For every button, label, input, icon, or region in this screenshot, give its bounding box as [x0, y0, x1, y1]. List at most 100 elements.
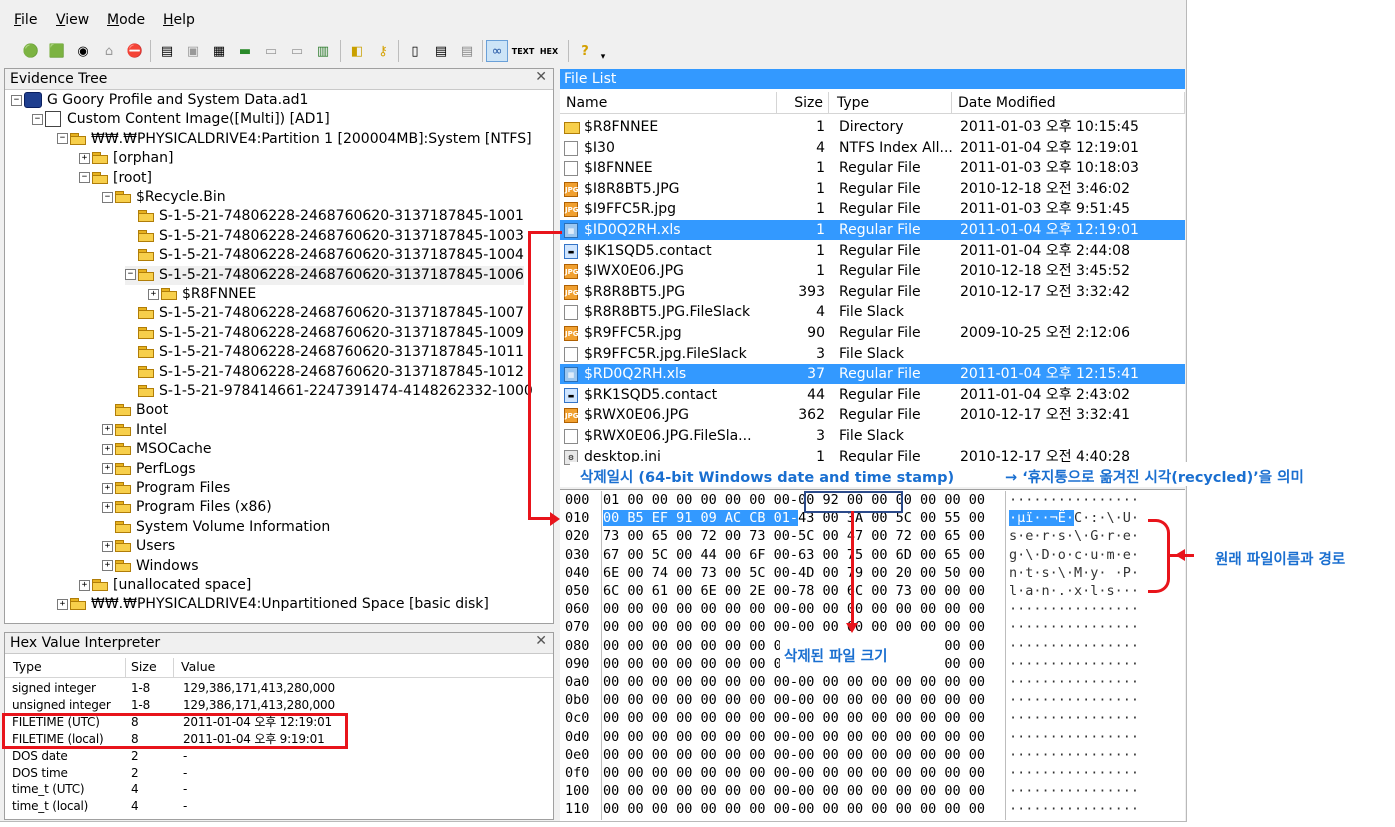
hex-view-icon[interactable]: HEX: [538, 40, 560, 62]
tree-node[interactable]: − ₩₩.₩PHYSICALDRIVE4:Partition 1 [200004M…: [57, 130, 532, 149]
expand-icon[interactable]: +: [79, 579, 90, 591]
file-row[interactable]: $RWX0E06.JPG.FileSla... 3 File Slack: [560, 426, 1185, 446]
hex-row[interactable]: 0c0 00 00 00 00 00 00 00 00-00 00 00 00 0…: [565, 709, 1165, 728]
hvi-col-type[interactable]: Type: [13, 659, 42, 674]
collapse-icon[interactable]: −: [125, 269, 136, 281]
file-row[interactable]: JPG $I8R8BT5.JPG 1 Regular File 2010-12-18 오…: [560, 179, 1185, 199]
tree-node[interactable]: + [orphan]: [79, 149, 173, 168]
hex-row[interactable]: 070 00 00 00 00 00 00 00 00-00 00 00 00 0…: [565, 618, 1165, 637]
file-row[interactable]: JPG $R8R8BT5.JPG 393 Regular File 2010-12-17…: [560, 282, 1185, 302]
disk-icon[interactable]: ▤: [156, 40, 178, 62]
hex-bytes[interactable]: 6E 00 74 00 73 00 5C 00-4D 00 79 00 20 0…: [603, 564, 985, 583]
tree-node[interactable]: − [root]: [79, 169, 152, 188]
hex-row[interactable]: 0e0 00 00 00 00 00 00 00 00-00 00 00 00 0…: [565, 746, 1165, 765]
file-row[interactable]: $R9FFC5R.jpg.FileSlack 3 File Slack: [560, 344, 1185, 364]
drive-icon[interactable]: ▭: [286, 40, 308, 62]
hex-row[interactable]: 0a0 00 00 00 00 00 00 00 00-00 00 00 00 0…: [565, 673, 1165, 692]
hex-ascii[interactable]: ················: [1009, 673, 1139, 692]
tree-node[interactable]: S-1-5-21-74806228-2468760620-3137187845-…: [125, 304, 524, 323]
expand-icon[interactable]: +: [102, 501, 113, 513]
tree-node[interactable]: + Intel: [102, 421, 167, 440]
new-page-icon[interactable]: ▯: [404, 40, 426, 62]
collapse-icon[interactable]: −: [11, 94, 22, 106]
hvi-row[interactable]: time_t (UTC) 4 -: [5, 781, 553, 798]
open-case-icon[interactable]: ◉: [72, 40, 94, 62]
tree-node[interactable]: − Custom Content Image([Multi]) [AD1]: [32, 110, 330, 129]
hex-row[interactable]: 050 6C 00 61 00 6E 00 2E 00-78 00 6C 00 7…: [565, 582, 1165, 601]
hex-ascii[interactable]: ················: [1009, 728, 1139, 747]
tree-node[interactable]: Boot: [102, 401, 168, 420]
tree-node[interactable]: + [unallocated space]: [79, 576, 251, 595]
hex-ascii[interactable]: ················: [1009, 491, 1139, 510]
floppy-icon[interactable]: ▦: [208, 40, 230, 62]
file-row[interactable]: ▦ $RD0Q2RH.xls 37 Regular File 2011-01-04 오후…: [560, 364, 1185, 385]
tree-node[interactable]: + ₩₩.₩PHYSICALDRIVE4:Unpartitioned Space …: [57, 595, 489, 614]
col-date-modified[interactable]: Date Modified: [952, 92, 1185, 114]
tree-node[interactable]: S-1-5-21-74806228-2468760620-3137187845-…: [125, 343, 524, 362]
hvi-row[interactable]: time_t (local) 4 -: [5, 798, 553, 815]
hex-bytes[interactable]: 00 00 00 00 00 00 00 00-00 00 00 00 00 0…: [603, 709, 985, 728]
expand-icon[interactable]: +: [79, 152, 90, 164]
file-row[interactable]: JPG $IWX0E06.JPG 1 Regular File 2010-12-18 오…: [560, 261, 1185, 281]
add-image-icon[interactable]: 🟩: [46, 40, 68, 62]
tree-node[interactable]: System Volume Information: [102, 518, 330, 537]
close-icon[interactable]: ✕: [535, 633, 547, 649]
tree-node[interactable]: + Program Files: [102, 479, 230, 498]
hex-bytes[interactable]: 00 00 00 00 00 00 00 00-00 00 00 00 00 0…: [603, 728, 985, 747]
expand-icon[interactable]: +: [102, 540, 113, 552]
hex-ascii[interactable]: ················: [1009, 782, 1139, 801]
tree-node[interactable]: S-1-5-21-978414661-2247391474-4148262332…: [125, 382, 533, 401]
hvi-col-value[interactable]: Value: [181, 659, 215, 674]
tree-node[interactable]: + MSOCache: [102, 440, 212, 459]
collapse-icon[interactable]: −: [102, 191, 113, 203]
tree-node[interactable]: + $R8FNNEE: [148, 285, 256, 304]
tree-node[interactable]: + Program Files (x86): [102, 498, 272, 517]
hex-bytes[interactable]: 00 B5 EF 91 09 AC CB 01-43 00 3A 00 5C 0…: [603, 509, 985, 528]
text-view-icon[interactable]: TEXT: [512, 40, 535, 62]
expand-icon[interactable]: +: [148, 288, 159, 300]
hex-ascii[interactable]: ················: [1009, 800, 1139, 819]
hex-row[interactable]: 060 00 00 00 00 00 00 00 00-00 00 00 00 0…: [565, 600, 1165, 619]
hex-ascii[interactable]: ················: [1009, 746, 1139, 765]
tree-node[interactable]: + Windows: [102, 557, 199, 576]
hvi-row[interactable]: unsigned integer 1-8 129,386,171,413,280,0…: [5, 697, 553, 714]
tree-node[interactable]: S-1-5-21-74806228-2468760620-3137187845-…: [125, 324, 524, 343]
hex-row[interactable]: 040 6E 00 74 00 73 00 5C 00-4D 00 79 00 2…: [565, 564, 1165, 583]
hex-row[interactable]: 0d0 00 00 00 00 00 00 00 00-00 00 00 00 0…: [565, 728, 1165, 747]
hex-bytes[interactable]: 00 00 00 00 00 00 00 00-00 00 00 00 00 0…: [603, 618, 985, 637]
tree-node[interactable]: S-1-5-21-74806228-2468760620-3137187845-…: [125, 227, 524, 246]
col-size[interactable]: Size: [776, 92, 829, 114]
hvi-row[interactable]: DOS date 2 -: [5, 748, 553, 765]
hex-row[interactable]: 030 67 00 5C 00 44 00 6F 00-63 00 75 00 6…: [565, 546, 1165, 565]
hex-ascii[interactable]: s·e·r·s·\·G·r·e·: [1009, 527, 1139, 546]
selected-bytes[interactable]: 00 B5 EF 91 09 AC CB 01-: [603, 510, 799, 527]
dropdown-icon[interactable]: ▾: [592, 46, 614, 68]
hex-bytes[interactable]: 00 00 00 00 00 00 00 00-00 00 00 00 00 0…: [603, 691, 985, 710]
expand-icon[interactable]: +: [102, 482, 113, 494]
expand-icon[interactable]: +: [57, 598, 68, 610]
hex-ascii[interactable]: n·t·s·\·M·y· ·P·: [1009, 564, 1139, 583]
hex-ascii[interactable]: ················: [1009, 655, 1139, 674]
collapse-icon[interactable]: −: [79, 172, 90, 184]
file-row[interactable]: JPG $R9FFC5R.jpg 90 Regular File 2009-10-25 …: [560, 323, 1185, 343]
hex-ascii[interactable]: l·a·n·.·x·l·s···: [1009, 582, 1139, 601]
collapse-icon[interactable]: −: [57, 133, 68, 145]
collapse-icon[interactable]: −: [32, 113, 43, 125]
memory-icon[interactable]: ▥: [312, 40, 334, 62]
hex-ascii[interactable]: ················: [1009, 764, 1139, 783]
save-case-icon[interactable]: ⛔: [124, 40, 146, 62]
tree-node[interactable]: + PerfLogs: [102, 460, 196, 479]
file-row[interactable]: JPG $I9FFC5R.jpg 1 Regular File 2011-01-03 오…: [560, 199, 1185, 219]
hex-ascii[interactable]: ················: [1009, 600, 1139, 619]
export-icon[interactable]: ▬: [234, 40, 256, 62]
tree-node[interactable]: − $Recycle.Bin: [102, 188, 226, 207]
hex-ascii[interactable]: ················: [1009, 691, 1139, 710]
hex-row[interactable]: 020 73 00 65 00 72 00 73 00-5C 00 47 00 7…: [565, 527, 1165, 546]
menu-view[interactable]: View: [56, 12, 89, 28]
hex-ascii[interactable]: ················: [1009, 637, 1139, 656]
hex-bytes[interactable]: 01 00 00 00 00 00 00 00-00 92 00 00 00 0…: [603, 491, 985, 510]
tree-node[interactable]: S-1-5-21-74806228-2468760620-3137187845-…: [125, 246, 524, 265]
expand-icon[interactable]: +: [102, 560, 113, 572]
file-row[interactable]: $I8FNNEE 1 Regular File 2011-01-03 오후 10:18…: [560, 158, 1185, 178]
selected-ascii[interactable]: ·µï··¬Ë·: [1009, 510, 1075, 527]
